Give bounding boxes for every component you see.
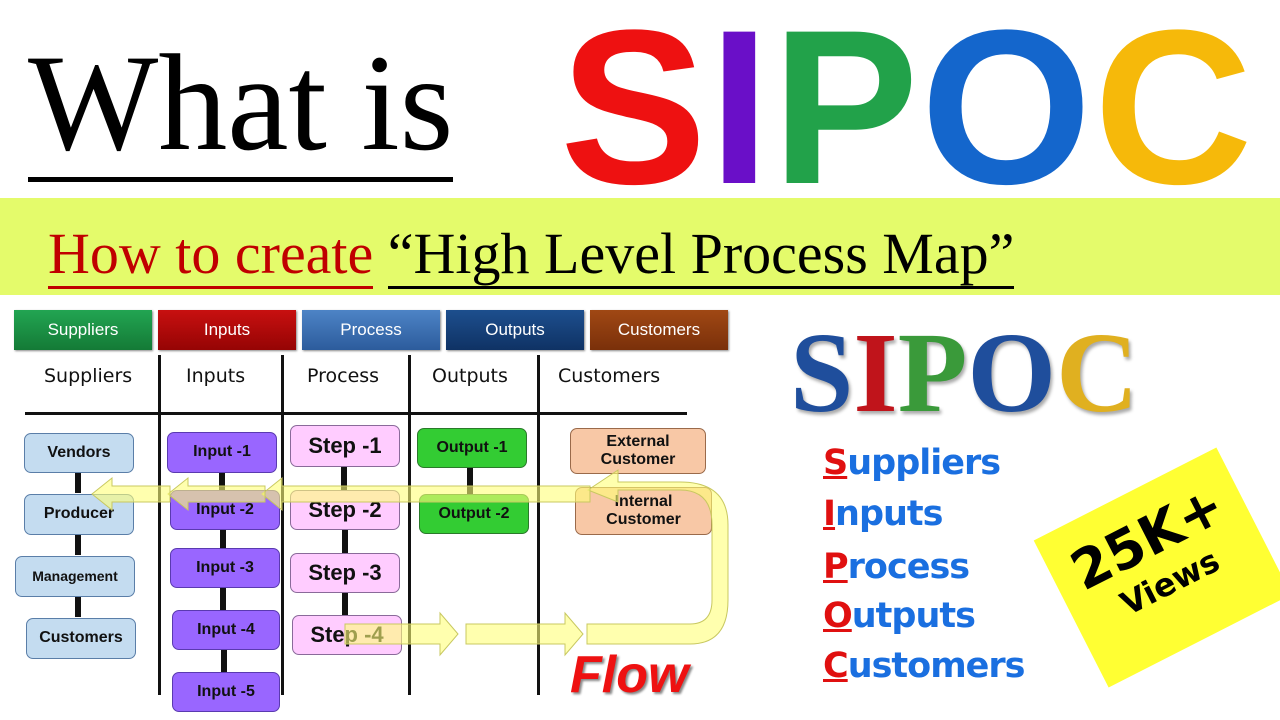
flow-arrow-back <box>91 476 171 512</box>
flow-arrows <box>91 469 729 657</box>
flow-arrow-back <box>167 476 266 512</box>
flow-arrow-loop <box>465 611 584 657</box>
logo-letter: I <box>853 309 898 436</box>
acronym-item: Inputs <box>823 494 943 534</box>
flow-arrow-loop <box>344 611 459 657</box>
acronym-item: Process <box>823 547 970 587</box>
logo-letter: S <box>790 309 854 436</box>
logo-letter: O <box>967 309 1057 436</box>
sipoc-logo: SIPOC <box>790 316 1138 430</box>
title-letter: C <box>1093 0 1255 230</box>
acronym-item: Suppliers <box>823 443 1001 483</box>
title-letter: O <box>920 0 1094 230</box>
views-badge: 25K+ Views <box>1033 447 1280 688</box>
logo-letter: C <box>1056 309 1139 436</box>
acronym-item: Outputs <box>823 596 976 636</box>
flow-arrow-back <box>261 476 591 512</box>
flow-label: Flow <box>570 646 689 704</box>
title-letter: P <box>771 0 921 230</box>
acronym-item: Customers <box>823 646 1026 686</box>
flow-arrow-loop <box>586 469 729 645</box>
logo-letter: P <box>897 309 968 436</box>
